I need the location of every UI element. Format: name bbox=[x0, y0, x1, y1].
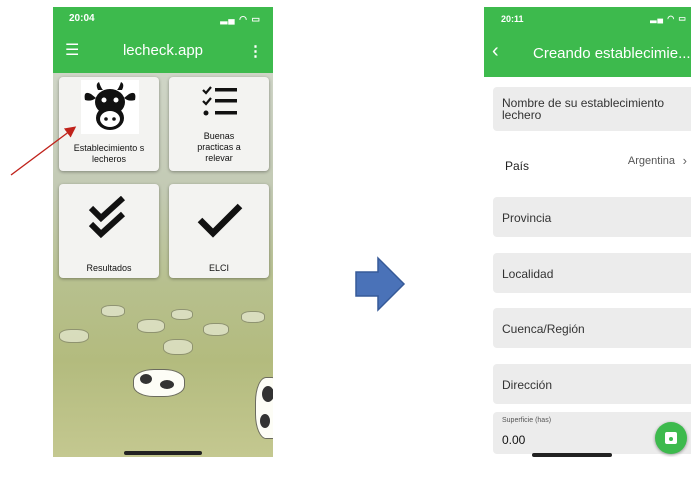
cow-figure bbox=[101, 305, 125, 317]
status-bar: 20:11 ▂▄ ◠ ▭ bbox=[484, 7, 691, 31]
cow-figure bbox=[241, 311, 265, 323]
page-title: Creando establecimie... bbox=[533, 45, 691, 62]
app-title: lecheck.app bbox=[122, 42, 204, 59]
cow-figure bbox=[133, 369, 185, 397]
left-phone-screen: 20:04 ▂▄ ◠ ▭ ☰ lecheck.app ⋮ Establecimi… bbox=[53, 7, 273, 457]
home-indicator bbox=[124, 451, 202, 455]
nombre-placeholder: Nombre de su establecimiento lechero bbox=[502, 96, 665, 122]
cow-figure bbox=[255, 377, 273, 439]
cow-figure bbox=[171, 309, 193, 320]
save-button[interactable] bbox=[655, 422, 687, 454]
tile-label: Resultados bbox=[86, 263, 132, 273]
pais-value: Argentina bbox=[627, 155, 675, 167]
localidad-placeholder: Localidad bbox=[502, 267, 554, 281]
cow-icon bbox=[81, 80, 139, 134]
tile-label: ELCI bbox=[208, 263, 229, 273]
nombre-field[interactable]: Nombre de su establecimiento lechero bbox=[493, 87, 691, 131]
status-indicators-icon: ▂▄ ◠ ▭ bbox=[650, 14, 687, 23]
superficie-value: 0.00 bbox=[502, 433, 526, 447]
check-icon bbox=[197, 202, 243, 243]
cow-figure bbox=[203, 323, 229, 336]
tile-resultados[interactable]: Resultados bbox=[59, 184, 159, 278]
tile-buenas-practicas[interactable]: Buenas practicas a relevar bbox=[169, 77, 269, 171]
cow-figure bbox=[59, 329, 89, 343]
tile-elci[interactable]: ELCI bbox=[169, 184, 269, 278]
checklist-icon bbox=[201, 85, 239, 122]
direccion-placeholder: Dirección bbox=[502, 378, 553, 392]
cow-figure bbox=[137, 319, 165, 333]
chevron-right-icon: › bbox=[682, 153, 687, 168]
localidad-field[interactable]: Localidad bbox=[493, 253, 691, 293]
direccion-field[interactable]: Dirección bbox=[493, 364, 691, 404]
provincia-placeholder: Provincia bbox=[502, 211, 552, 225]
status-time: 20:11 bbox=[501, 14, 524, 24]
cow-figure bbox=[163, 339, 193, 355]
status-indicators-icon: ▂▄ ◠ ▭ bbox=[220, 14, 261, 24]
cuenca-field[interactable]: Cuenca/Región bbox=[493, 308, 691, 348]
status-bar: 20:04 ▂▄ ◠ ▭ bbox=[53, 7, 273, 31]
tile-establecimientos[interactable]: Establecimiento s lecheros bbox=[59, 77, 159, 171]
provincia-field[interactable]: Provincia bbox=[493, 197, 691, 237]
arrow-right-icon bbox=[355, 256, 406, 312]
pais-selector[interactable]: País Argentina › bbox=[493, 149, 691, 177]
double-check-icon bbox=[87, 195, 131, 245]
home-indicator bbox=[532, 453, 612, 457]
superficie-label: Superficie (has) bbox=[502, 417, 552, 424]
cuenca-placeholder: Cuenca/Región bbox=[502, 322, 585, 336]
tile-label: Buenas practicas a relevar bbox=[197, 131, 241, 163]
app-bar: ☰ lecheck.app ⋮ bbox=[53, 31, 273, 73]
tile-label: Establecimiento s lecheros bbox=[73, 143, 145, 164]
pais-label: País bbox=[505, 159, 530, 173]
more-vert-icon[interactable]: ⋮ bbox=[248, 42, 263, 60]
save-icon bbox=[665, 432, 677, 444]
status-time: 20:04 bbox=[69, 13, 95, 24]
app-bar: ‹ Creando establecimie... bbox=[484, 31, 691, 77]
right-phone-screen: 20:11 ▂▄ ◠ ▭ ‹ Creando establecimie... N… bbox=[484, 7, 691, 457]
chevron-left-icon[interactable]: ‹ bbox=[492, 41, 499, 61]
